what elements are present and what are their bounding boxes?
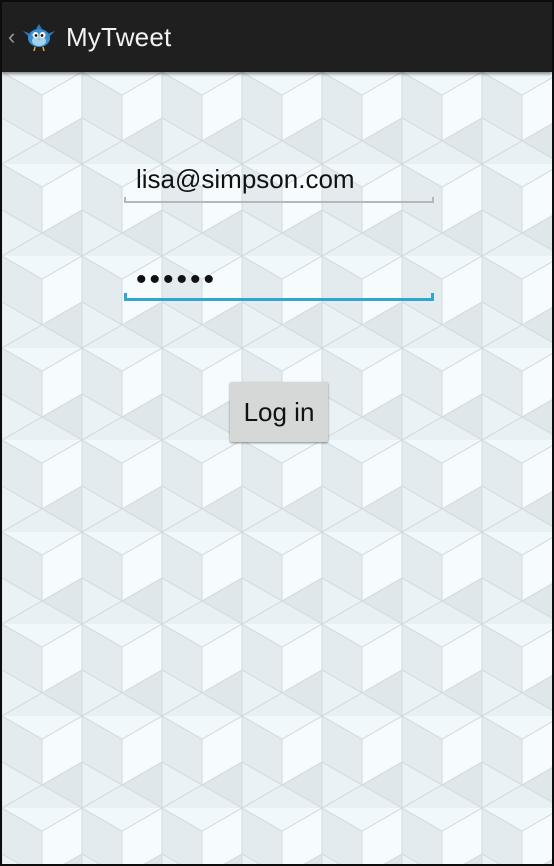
password-underline (124, 293, 434, 301)
password-field[interactable]: •••••• (124, 255, 434, 301)
email-field[interactable]: lisa@simpson.com (124, 157, 434, 203)
login-button[interactable]: Log in (230, 382, 328, 442)
email-value: lisa@simpson.com (136, 164, 355, 194)
email-underline (124, 197, 434, 203)
chevron-left-icon[interactable]: ‹ (8, 26, 20, 48)
login-content: lisa@simpson.com •••••• Log in (2, 72, 552, 864)
action-bar: ‹ MyTweet (2, 2, 552, 72)
password-value: •••••• (136, 263, 218, 296)
bird-icon[interactable] (22, 20, 56, 54)
app-title: MyTweet (66, 21, 172, 52)
app-screen: ‹ MyTweet lisa@simpson.com •••••• Log in (0, 0, 554, 866)
